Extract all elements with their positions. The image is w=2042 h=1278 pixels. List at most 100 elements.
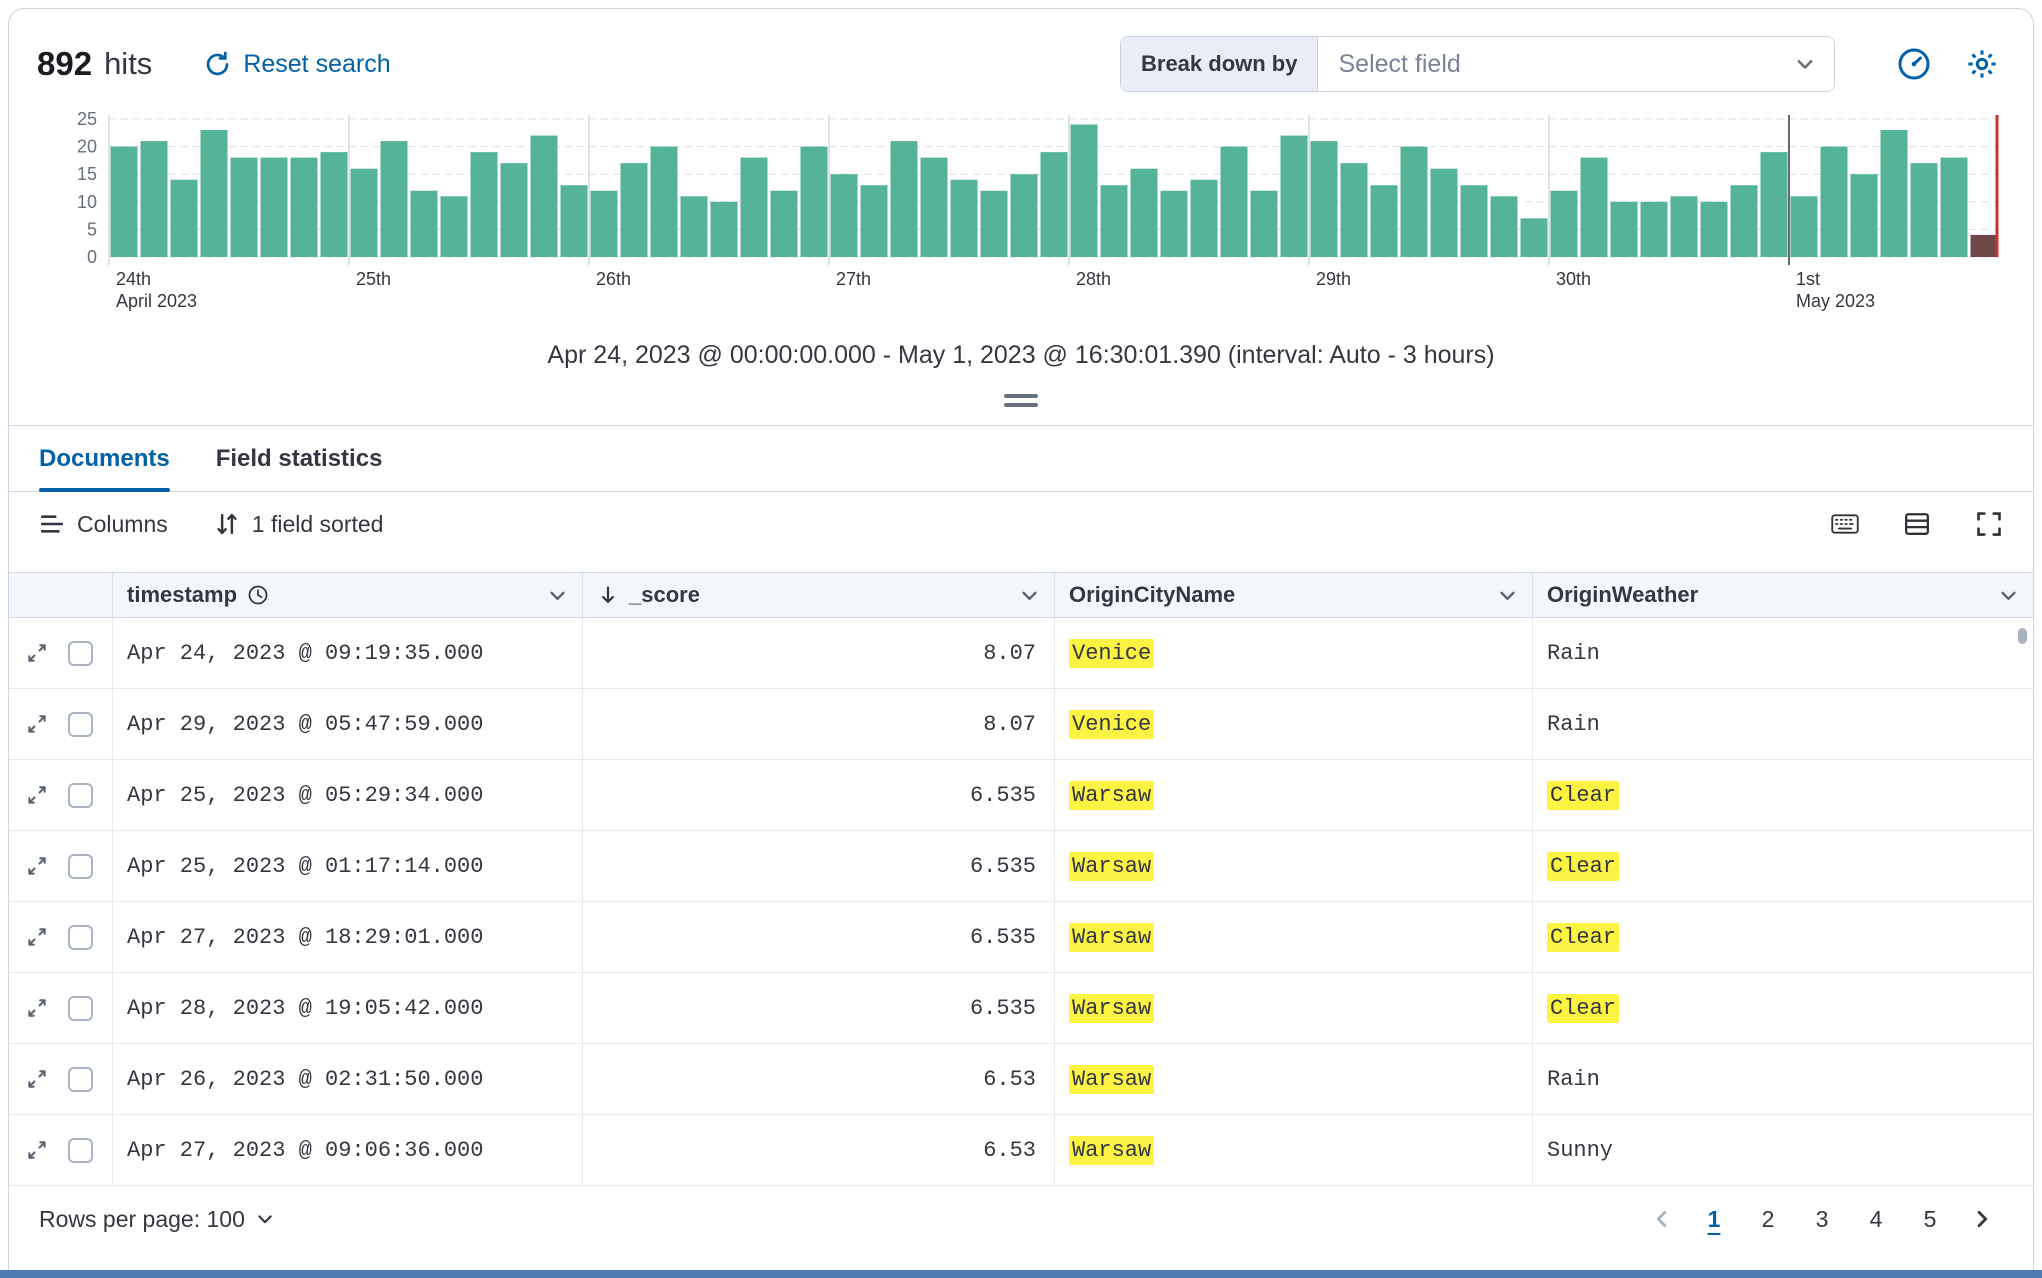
tab-field-statistics[interactable]: Field statistics	[216, 426, 383, 491]
page-1-button[interactable]: 1	[1691, 1196, 1737, 1242]
select-document-checkbox[interactable]	[68, 711, 93, 737]
expand-document-button[interactable]	[25, 853, 52, 880]
table-row: Apr 26, 2023 @ 02:31:50.000 6.53 Warsaw Rai…	[9, 1044, 2033, 1115]
vertical-scrollbar[interactable]	[2018, 628, 2027, 644]
hits-row: 892 hits Reset search Break down by Sele…	[37, 33, 2005, 95]
origin-city-cell: Warsaw	[1055, 902, 1533, 972]
inspect-button[interactable]	[1891, 41, 1937, 87]
expand-document-button[interactable]	[25, 711, 52, 738]
score-cell: 6.535	[583, 831, 1055, 901]
page-2-button[interactable]: 2	[1745, 1196, 1791, 1242]
origin-weather-cell: Clear	[1533, 760, 2033, 830]
highlight-mark: Venice	[1069, 638, 1155, 668]
select-document-checkbox[interactable]	[68, 995, 93, 1021]
timestamp-cell: Apr 25, 2023 @ 05:29:34.000	[113, 760, 583, 830]
sort-fields-button[interactable]: 1 field sorted	[214, 510, 384, 538]
highlight-mark: Warsaw	[1069, 993, 1155, 1023]
previous-page-button[interactable]	[1641, 1198, 1683, 1240]
select-document-checkbox[interactable]	[68, 1137, 93, 1163]
panel-resize-handle[interactable]	[1004, 394, 1038, 425]
column-header-origin-city[interactable]: OriginCityName	[1055, 573, 1533, 617]
keyboard-shortcuts-button[interactable]	[1831, 510, 1859, 538]
expand-document-button[interactable]	[25, 924, 52, 951]
timestamp-cell: Apr 27, 2023 @ 09:06:36.000	[113, 1115, 583, 1185]
rows-per-page-button[interactable]: Rows per page: 100	[39, 1206, 275, 1233]
histogram-chart[interactable]: 0 5 10 15 20 25 24th April 2023 25th 26th 27th 28th…	[37, 109, 2005, 321]
sorted-fields-label: 1 field sorted	[251, 510, 384, 537]
columns-label: Columns	[77, 510, 168, 537]
select-document-checkbox[interactable]	[68, 853, 93, 879]
page-3-button[interactable]: 3	[1799, 1196, 1845, 1242]
timestamp-cell: Apr 29, 2023 @ 05:47:59.000	[113, 689, 583, 759]
origin-city-cell: Venice	[1055, 618, 1533, 688]
origin-city-cell: Warsaw	[1055, 973, 1533, 1043]
score-cell: 6.535	[583, 760, 1055, 830]
column-header-timestamp[interactable]: timestamp	[113, 573, 583, 617]
table-row: Apr 25, 2023 @ 01:17:14.000 6.535 Warsaw Cl…	[9, 831, 2033, 902]
chevron-down-icon[interactable]	[547, 585, 568, 606]
expand-document-button[interactable]	[25, 782, 52, 809]
expand-document-button[interactable]	[25, 1066, 52, 1093]
histogram-canvas[interactable]: 0 5 10 15 20 25 24thApril 2023 25th 26th 27th 28th…	[37, 109, 2005, 321]
origin-weather-cell: Clear	[1533, 973, 2033, 1043]
svg-text:25th: 25th	[356, 269, 391, 289]
origin-city-cell: Warsaw	[1055, 760, 1533, 830]
highlight-mark: Warsaw	[1069, 780, 1155, 810]
origin-city-cell: Warsaw	[1055, 1115, 1533, 1185]
select-document-checkbox[interactable]	[68, 640, 93, 666]
grid-body: Apr 24, 2023 @ 09:19:35.000 8.07 Venice Rai…	[9, 618, 2033, 1186]
select-document-checkbox[interactable]	[68, 1066, 93, 1092]
highlight-mark: Warsaw	[1069, 922, 1155, 952]
discover-panel: 892 hits Reset search Break down by Sele…	[8, 8, 2034, 1270]
display-options-button[interactable]	[1903, 510, 1931, 538]
select-document-checkbox[interactable]	[68, 782, 93, 808]
chevron-down-icon[interactable]	[1019, 585, 1040, 606]
chevron-down-icon[interactable]	[1998, 585, 2019, 606]
origin-weather-cell: Rain	[1547, 711, 1600, 737]
origin-city-cell: Warsaw	[1055, 1044, 1533, 1114]
breakdown-select[interactable]: Select field	[1318, 37, 1834, 91]
score-cell: 6.53	[583, 1044, 1055, 1114]
row-controls	[9, 760, 113, 830]
sort-descending-icon	[597, 584, 619, 606]
svg-text:0: 0	[87, 247, 97, 267]
columns-button[interactable]: Columns	[39, 511, 168, 538]
breakdown-placeholder: Select field	[1338, 49, 1461, 78]
highlight-mark: Clear	[1547, 993, 1620, 1023]
chart-options-button[interactable]	[1959, 41, 2005, 87]
highlight-mark: Warsaw	[1069, 1064, 1155, 1094]
view-tabs: Documents Field statistics	[9, 426, 2033, 492]
page-4-button[interactable]: 4	[1853, 1196, 1899, 1242]
expand-document-button[interactable]	[25, 995, 52, 1022]
tab-documents[interactable]: Documents	[39, 426, 170, 492]
timestamp-cell: Apr 25, 2023 @ 01:17:14.000	[113, 831, 583, 901]
highlight-mark: Warsaw	[1069, 851, 1155, 881]
expand-document-button[interactable]	[25, 1137, 52, 1164]
chevron-right-icon	[1970, 1207, 1994, 1231]
svg-text:28th: 28th	[1076, 269, 1111, 289]
column-header-controls	[9, 573, 113, 617]
expand-document-button[interactable]	[25, 640, 52, 667]
table-row: Apr 27, 2023 @ 18:29:01.000 6.535 Warsaw Cl…	[9, 902, 2033, 973]
column-header-score[interactable]: _score	[583, 573, 1055, 617]
gear-icon	[1965, 47, 1999, 81]
row-controls	[9, 973, 113, 1043]
pagination: 12345	[1641, 1196, 2003, 1242]
origin-weather-header-label: OriginWeather	[1547, 582, 1699, 607]
timestamp-cell: Apr 28, 2023 @ 19:05:42.000	[113, 973, 583, 1043]
table-row: Apr 27, 2023 @ 09:06:36.000 6.53 Warsaw Sun…	[9, 1115, 2033, 1186]
select-document-checkbox[interactable]	[68, 924, 93, 950]
svg-text:1st: 1st	[1796, 269, 1820, 289]
expand-icon	[25, 641, 49, 665]
chevron-down-icon[interactable]	[1497, 585, 1518, 606]
expand-icon	[25, 1138, 49, 1162]
score-cell: 6.535	[583, 973, 1055, 1043]
fullscreen-button[interactable]	[1975, 510, 2003, 538]
expand-icon	[25, 1067, 49, 1091]
reset-search-button[interactable]: Reset search	[204, 50, 391, 79]
gauge-icon	[1897, 47, 1931, 81]
column-header-origin-weather[interactable]: OriginWeather	[1533, 573, 2033, 617]
page-5-button[interactable]: 5	[1907, 1196, 1953, 1242]
table-row: Apr 29, 2023 @ 05:47:59.000 8.07 Venice Rai…	[9, 689, 2033, 760]
next-page-button[interactable]	[1961, 1198, 2003, 1240]
